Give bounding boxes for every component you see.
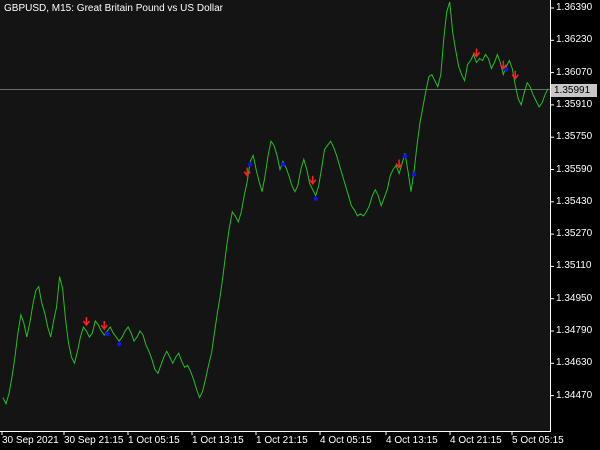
y-tick-label: 1.35750: [556, 131, 593, 143]
x-tick-label: 1 Oct 21:15: [256, 435, 308, 446]
signal-down-arrow: [309, 175, 317, 185]
signal-down-arrow: [82, 317, 90, 327]
y-tick-label: 1.36230: [556, 34, 593, 46]
current-price-label: 1.35991: [551, 84, 597, 97]
x-tick-label: 4 Oct 13:15: [386, 435, 438, 446]
signal-dot: [313, 196, 318, 201]
signal-dot: [105, 331, 110, 337]
signal-dot: [247, 162, 253, 167]
y-tick-label: 1.35270: [556, 228, 593, 240]
signal-dot: [411, 172, 417, 177]
signal-down-arrow: [472, 48, 481, 58]
x-tick-label: 4 Oct 21:15: [450, 435, 502, 446]
x-tick-label: 30 Sep 21:15: [64, 435, 124, 446]
signal-dot: [402, 154, 408, 159]
x-tick-label: 1 Oct 13:15: [192, 435, 244, 446]
x-tick-label: 30 Sep 2021: [2, 435, 59, 446]
y-tick-label: 1.36390: [556, 2, 593, 13]
x-tick-label: 4 Oct 05:15: [320, 435, 372, 446]
signal-down-arrow: [100, 321, 108, 331]
x-tick-label: 5 Oct 05:15: [512, 435, 564, 446]
price-series-line: [2, 1, 549, 406]
y-tick-label: 1.35110: [556, 260, 592, 272]
chart-window: GBPUSD, M15: Great Britain Pound vs US D…: [0, 0, 600, 450]
signal-dot: [504, 67, 509, 72]
price-chart[interactable]: [0, 0, 600, 450]
x-tick-label: 1 Oct 05:15: [128, 435, 180, 446]
y-tick-label: 1.34630: [556, 357, 593, 369]
signal-dot: [116, 341, 122, 347]
y-tick-label: 1.36070: [556, 66, 593, 78]
signal-dot: [280, 162, 286, 167]
y-tick-label: 1.34950: [556, 292, 593, 304]
chart-title: GBPUSD, M15: Great Britain Pound vs US D…: [4, 3, 223, 14]
y-tick-label: 1.35590: [556, 163, 593, 175]
y-tick-label: 1.34790: [556, 325, 593, 336]
y-tick-label: 1.34470: [556, 389, 593, 401]
y-tick-label: 1.35910: [556, 98, 593, 110]
y-tick-label: 1.35430: [556, 195, 593, 207]
